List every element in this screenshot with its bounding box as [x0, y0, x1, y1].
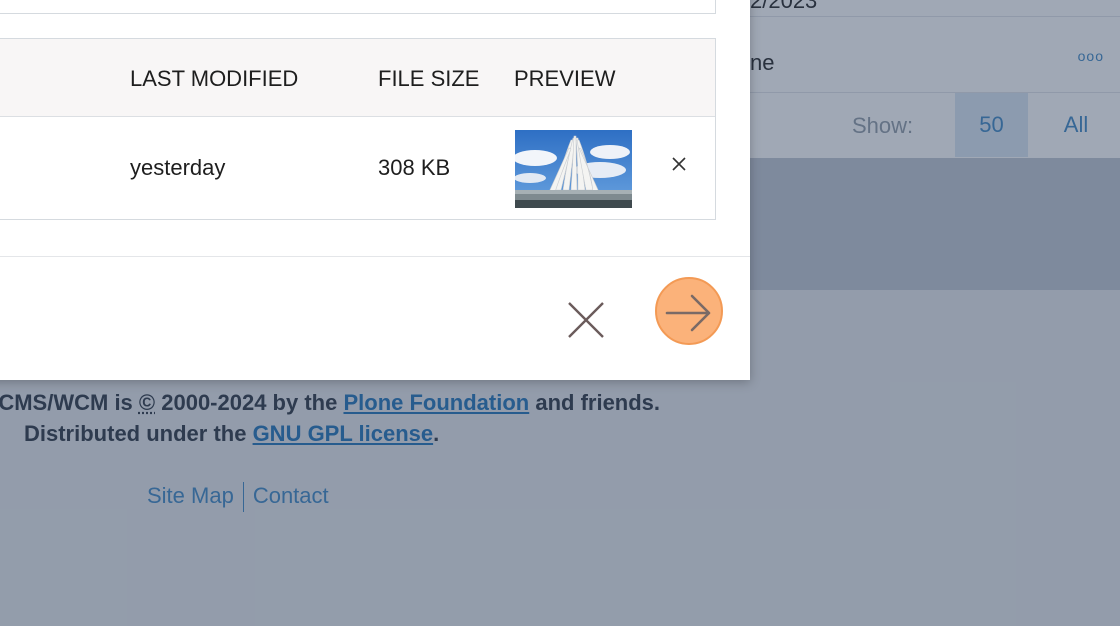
cell-last-modified: yesterday — [130, 155, 226, 180]
cancel-close-icon[interactable] — [566, 300, 606, 340]
table-row: yesterday 308 KB — [0, 117, 715, 219]
cell-file-size: 308 KB — [378, 155, 451, 180]
arrow-right-icon — [665, 294, 711, 332]
upload-modal: LAST MODIFIED FILE SIZE PREVIEW yesterda… — [0, 0, 750, 380]
modal-footer-divider — [0, 256, 750, 257]
file-list-table: LAST MODIFIED FILE SIZE PREVIEW yesterda… — [0, 38, 716, 220]
next-button[interactable] — [655, 277, 723, 345]
column-last-modified: LAST MODIFIED — [130, 66, 299, 91]
remove-file-icon[interactable] — [668, 153, 690, 175]
column-preview: PREVIEW — [514, 66, 616, 91]
table-header: LAST MODIFIED FILE SIZE PREVIEW — [0, 39, 715, 117]
modal-input-field[interactable] — [0, 0, 716, 14]
column-file-size: FILE SIZE — [378, 66, 480, 91]
preview-thumbnail — [515, 130, 632, 208]
